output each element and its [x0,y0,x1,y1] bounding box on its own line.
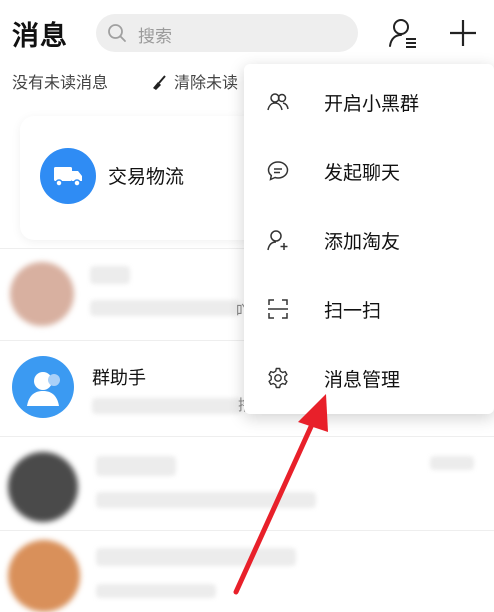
annotation-arrow-icon [233,394,328,595]
